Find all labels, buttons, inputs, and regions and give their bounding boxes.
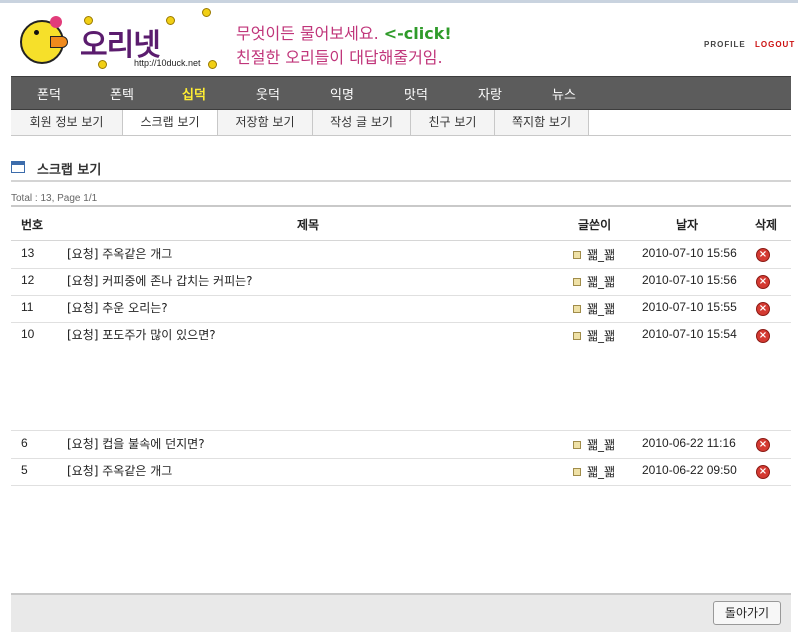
- delete-icon[interactable]: ×: [756, 329, 770, 343]
- table-row: 5 [요청] 주옥같은 개그 꽯_꽯 2010-06-22 09:50 ×: [11, 458, 791, 486]
- table-row: 13 [요청] 주옥같은 개그 꽯_꽯 2010-07-10 15:56 ×: [11, 241, 791, 269]
- subnav-tab-scrap[interactable]: 스크랩 보기: [123, 110, 218, 135]
- total-count: Total : 13, Page 1/1: [11, 193, 98, 204]
- row-writer[interactable]: 꽯_꽯: [587, 273, 615, 290]
- top-border: [0, 0, 798, 3]
- delete-icon[interactable]: ×: [756, 275, 770, 289]
- slogan-click-link[interactable]: <-click!: [384, 24, 452, 43]
- table-row: 10 [요청] 포도주가 많이 있으면? 꽯_꽯 2010-07-10 15:5…: [11, 322, 791, 431]
- writer-icon: [573, 305, 581, 313]
- subnav-tab-friends[interactable]: 친구 보기: [411, 110, 495, 135]
- table-row: 12 [요청] 커피중에 존나 갑치는 커피는? 꽯_꽯 2010-07-10 …: [11, 268, 791, 296]
- row-date: 2010-07-10 15:55: [642, 300, 737, 314]
- subnav-tab-saved[interactable]: 저장함 보기: [218, 110, 313, 135]
- footer-bar: 돌아가기: [11, 593, 791, 632]
- nav-item[interactable]: 뉴스: [552, 84, 576, 103]
- row-title-link[interactable]: [요청] 컵을 불속에 던지면?: [67, 435, 205, 452]
- profile-link[interactable]: PROFILE: [704, 40, 746, 49]
- column-header-writer: 글쓴이: [578, 218, 612, 232]
- delete-icon[interactable]: ×: [756, 438, 770, 452]
- column-header-date: 날자: [676, 218, 699, 232]
- table-top-border: [11, 205, 791, 207]
- column-header-num: 번호: [21, 218, 44, 232]
- row-writer[interactable]: 꽯_꽯: [587, 436, 615, 453]
- nav-item[interactable]: 폰텍: [110, 84, 134, 103]
- section-title: 스크랩 보기: [37, 163, 102, 178]
- nav-item[interactable]: 자랑: [478, 84, 502, 103]
- row-date: 2010-06-22 11:16: [642, 436, 736, 450]
- back-button[interactable]: 돌아가기: [713, 601, 781, 625]
- row-date: 2010-07-10 15:54: [642, 327, 737, 341]
- table-row: 11 [요청] 추운 오리는? 꽯_꽯 2010-07-10 15:55 ×: [11, 295, 791, 323]
- row-num: 13: [21, 246, 35, 260]
- writer-icon: [573, 251, 581, 259]
- nav-item[interactable]: 맛덕: [404, 84, 428, 103]
- row-title-link[interactable]: [요청] 포도주가 많이 있으면?: [67, 326, 216, 343]
- star-icon: [208, 60, 217, 69]
- nav-item[interactable]: 웃덕: [256, 84, 280, 103]
- column-header-title: 제목: [297, 218, 320, 232]
- row-writer[interactable]: 꽯_꽯: [587, 300, 615, 317]
- row-num: 12: [21, 273, 35, 287]
- star-icon: [166, 16, 175, 25]
- subnav-tab-member-info[interactable]: 회원 정보 보기: [11, 110, 123, 135]
- delete-icon[interactable]: ×: [756, 302, 770, 316]
- nav-item-active[interactable]: 십덕: [182, 84, 206, 103]
- slogan-line-1: 무엇이든 물어보세요. <-click!: [236, 20, 452, 44]
- writer-icon: [573, 332, 581, 340]
- star-icon: [202, 8, 211, 17]
- nav-item[interactable]: 익명: [330, 84, 354, 103]
- row-title-link[interactable]: [요청] 주옥같은 개그: [67, 462, 172, 479]
- slogan-line-2: 친절한 오리들이 대답해줄거임.: [236, 48, 443, 67]
- main-nav: 폰덕 폰텍 십덕 웃덕 익명 맛덕 자랑 뉴스: [11, 76, 791, 110]
- slogan-text: 무엇이든 물어보세요.: [236, 24, 379, 43]
- row-writer[interactable]: 꽯_꽯: [587, 463, 615, 480]
- delete-icon[interactable]: ×: [756, 465, 770, 479]
- sub-nav: 회원 정보 보기 스크랩 보기 저장함 보기 작성 글 보기 친구 보기 쪽지함…: [11, 110, 791, 136]
- row-date: 2010-06-22 09:50: [642, 463, 737, 477]
- row-title-link[interactable]: [요청] 추운 오리는?: [67, 299, 168, 316]
- row-writer[interactable]: 꽯_꽯: [587, 246, 615, 263]
- duck-eye: [34, 30, 39, 35]
- logo-url: http://10duck.net: [134, 58, 201, 68]
- row-title-link[interactable]: [요청] 커피중에 존나 갑치는 커피는?: [67, 272, 253, 289]
- divider: [11, 180, 791, 182]
- writer-icon: [573, 441, 581, 449]
- row-num: 10: [21, 327, 35, 341]
- logout-link[interactable]: LOGOUT: [755, 40, 795, 49]
- flower-icon: [50, 16, 62, 28]
- row-writer[interactable]: 꽯_꽯: [587, 327, 615, 344]
- row-date: 2010-07-10 15:56: [642, 246, 737, 260]
- row-title-link[interactable]: [요청] 주옥같은 개그: [67, 245, 172, 262]
- site-logo[interactable]: 오리넷 http://10duck.net: [14, 8, 219, 72]
- subnav-tab-messages[interactable]: 쪽지함 보기: [495, 110, 589, 135]
- subnav-tab-my-posts[interactable]: 작성 글 보기: [313, 110, 411, 135]
- writer-icon: [573, 278, 581, 286]
- row-num: 11: [21, 300, 34, 314]
- row-num: 5: [21, 463, 28, 477]
- column-header-delete: 삭제: [755, 218, 778, 232]
- row-num: 6: [21, 436, 28, 450]
- window-icon: [11, 161, 25, 173]
- writer-icon: [573, 468, 581, 476]
- table-row: 6 [요청] 컵을 불속에 던지면? 꽯_꽯 2010-06-22 11:16 …: [11, 431, 791, 459]
- nav-item[interactable]: 폰덕: [37, 84, 61, 103]
- row-date: 2010-07-10 15:56: [642, 273, 737, 287]
- delete-icon[interactable]: ×: [756, 248, 770, 262]
